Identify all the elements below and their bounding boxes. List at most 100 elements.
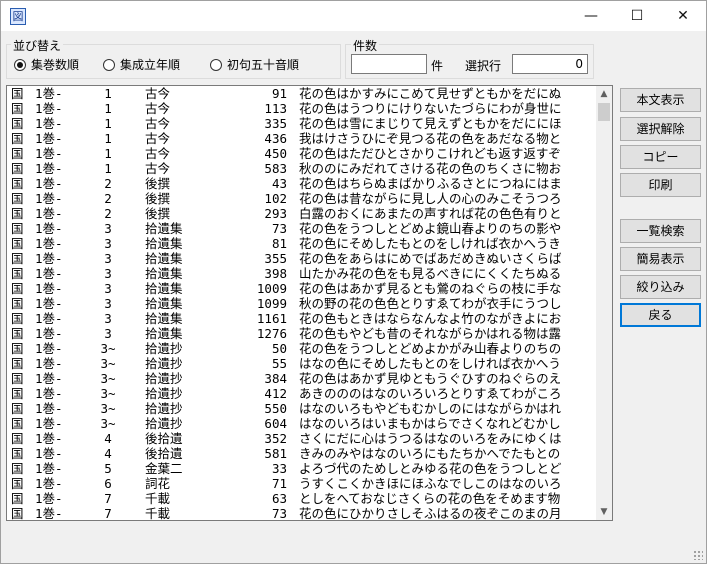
- row-kan: 1巻-: [35, 416, 63, 431]
- row-anthology: 古今: [145, 86, 171, 101]
- row-poem-text: 花の色をあらはにめでばあだめきぬいさくらば: [299, 251, 562, 266]
- list-item[interactable]: 国 1巻- 7 千載 63 としをへておなじさくらの花の色をそめます物: [7, 491, 598, 506]
- list-item[interactable]: 国 1巻- 3 拾遺集 355 花の色をあらはにめでばあだめきぬいさくらば: [7, 251, 598, 266]
- scroll-up-icon[interactable]: ▲: [596, 86, 612, 102]
- row-kuni: 国: [11, 296, 24, 311]
- row-kan: 1巻-: [35, 266, 63, 281]
- list-item[interactable]: 国 1巻- 3~ 拾遺抄 50 花の色をうつしとどめよかがみ山春よりのちの: [7, 341, 598, 356]
- scroll-down-icon[interactable]: ▼: [596, 504, 612, 520]
- list-item[interactable]: 国 1巻- 1 古今 113 花の色はうつりにけりないたづらにわが身世に: [7, 101, 598, 116]
- row-poem-text: さくにだに心はうつるはなのいろをみにゆくは: [299, 431, 562, 446]
- row-poem-number: 1099: [256, 296, 287, 311]
- list-item[interactable]: 国 1巻- 3 拾遺集 1009 花の色はあかず見るとも鶯のねぐらの枝に手な: [7, 281, 598, 296]
- row-kan: 1巻-: [35, 296, 63, 311]
- list-item[interactable]: 国 1巻- 1 古今 91 花の色はかすみにこめて見せずともかをだにぬ: [7, 86, 598, 101]
- selected-row-field[interactable]: 0: [512, 54, 588, 74]
- row-anthology: 千載: [145, 491, 171, 506]
- row-poem-text: あきのののはなのいろいろとりすゑてわがころ: [299, 386, 562, 401]
- list-item[interactable]: 国 1巻- 2 後撰 102 花の色は昔ながらに見し人の心のみこそうつろ: [7, 191, 598, 206]
- close-button[interactable]: ✕: [660, 1, 706, 31]
- list-item[interactable]: 国 1巻- 7 千載 73 花の色にひかりさしそふはるの夜ぞこのまの月: [7, 506, 598, 521]
- row-anthology: 拾遺集: [145, 221, 183, 236]
- count-field[interactable]: [351, 54, 427, 74]
- list-item[interactable]: 国 1巻- 3~ 拾遺抄 55 はなの色にそめしたもとのをしければ衣かへう: [7, 356, 598, 371]
- list-item[interactable]: 国 1巻- 3 拾遺集 73 花の色をうつしとどめよ鏡山春よりのちの影や: [7, 221, 598, 236]
- row-kuni: 国: [11, 161, 24, 176]
- list-item[interactable]: 国 1巻- 3~ 拾遺抄 384 花の色はあかず見ゆともうぐひすのねぐらのえ: [7, 371, 598, 386]
- list-item[interactable]: 国 1巻- 3~ 拾遺抄 412 あきのののはなのいろいろとりすゑてわがころ: [7, 386, 598, 401]
- list-item[interactable]: 国 1巻- 2 後撰 293 白露のおくにあまたの声すれば花の色色有りと: [7, 206, 598, 221]
- list-item[interactable]: 国 1巻- 3 拾遺集 1276 花の色もやども昔のそれながらかはれる物は露: [7, 326, 598, 341]
- list-item[interactable]: 国 1巻- 1 古今 335 花の色は雪にまじりて見えずともかをだににほ: [7, 116, 598, 131]
- row-poem-number: 73: [271, 221, 287, 236]
- row-kan: 1巻-: [35, 401, 63, 416]
- row-poem-text: 花の色は昔ながらに見し人の心のみこそうつろ: [299, 191, 562, 206]
- row-anthology: 金葉二: [145, 461, 183, 476]
- copy-button[interactable]: コピー: [620, 145, 701, 169]
- show-text-button[interactable]: 本文表示: [620, 88, 701, 112]
- resize-grip-icon[interactable]: [693, 550, 703, 560]
- list-item[interactable]: 国 1巻- 6 詞花 71 うすくこくかきほにほふなでしこのはなのいろ: [7, 476, 598, 491]
- row-kan: 1巻-: [35, 356, 63, 371]
- title-bar: 図 — ☐ ✕: [1, 1, 706, 31]
- back-button[interactable]: 戻る: [620, 303, 701, 327]
- simple-view-button[interactable]: 簡易表示: [620, 247, 701, 271]
- list-item[interactable]: 国 1巻- 1 古今 583 秋ののにみだれてさける花の色のちくさに物お: [7, 161, 598, 176]
- row-poem-number: 581: [264, 446, 287, 461]
- list-item[interactable]: 国 1巻- 1 古今 436 我はけさうひにぞ見つる花の色をあだなる物と: [7, 131, 598, 146]
- row-kan: 1巻-: [35, 131, 63, 146]
- row-volume: 3: [104, 251, 112, 266]
- list-item[interactable]: 国 1巻- 3~ 拾遺抄 550 はなのいろもやどもむかしのにはながらかはれ: [7, 401, 598, 416]
- row-poem-text: としをへておなじさくらの花の色をそめます物: [299, 491, 561, 506]
- row-anthology: 拾遺集: [145, 326, 183, 341]
- sort-option-year[interactable]: 集成立年順: [103, 56, 180, 73]
- row-volume: 3~: [100, 356, 116, 371]
- row-volume: 1: [104, 101, 112, 116]
- sort-option-volume[interactable]: 集巻数順: [14, 56, 79, 73]
- sort-option-kana[interactable]: 初句五十音順: [210, 56, 299, 73]
- sort-group-label: 並び替え: [11, 37, 64, 54]
- row-kan: 1巻-: [35, 506, 63, 521]
- list-item[interactable]: 国 1巻- 4 後拾遺 581 きみのみやはなのいろにもたちかへでたもとの: [7, 446, 598, 461]
- list-item[interactable]: 国 1巻- 3 拾遺集 398 山たかみ花の色をも見るべきににくくたちぬる: [7, 266, 598, 281]
- list-item[interactable]: 国 1巻- 2 後撰 43 花の色はちらぬまばかりふるさとにつねにはま: [7, 176, 598, 191]
- scroll-thumb[interactable]: [598, 103, 610, 121]
- filter-button[interactable]: 絞り込み: [620, 275, 701, 299]
- row-kan: 1巻-: [35, 491, 63, 506]
- row-kuni: 国: [11, 446, 24, 461]
- list-item[interactable]: 国 1巻- 3~ 拾遺抄 604 はなのいろはいまもかはらでさくなれどむかし: [7, 416, 598, 431]
- row-anthology: 拾遺抄: [145, 386, 183, 401]
- row-poem-number: 604: [264, 416, 287, 431]
- row-anthology: 拾遺抄: [145, 371, 183, 386]
- list-item[interactable]: 国 1巻- 5 金葉二 33 よろづ代のためしとみゆる花の色をうつしとど: [7, 461, 598, 476]
- row-poem-number: 33: [271, 461, 287, 476]
- list-search-button[interactable]: 一覧検索: [620, 219, 701, 243]
- row-poem-text: 花の色はあかず見るとも鶯のねぐらの枝に手な: [299, 281, 562, 296]
- row-anthology: 古今: [145, 116, 171, 131]
- row-poem-text: はなの色にそめしたもとのをしければ衣かへう: [299, 356, 561, 371]
- row-volume: 3~: [100, 401, 116, 416]
- row-volume: 4: [104, 446, 112, 461]
- clear-selection-button[interactable]: 選択解除: [620, 117, 701, 141]
- list-item[interactable]: 国 1巻- 3 拾遺集 1099 秋の野の花の色色とりすゑてわが衣手にうつし: [7, 296, 598, 311]
- row-poem-text: 花の色は雪にまじりて見えずともかをだににほ: [299, 116, 562, 131]
- list-item[interactable]: 国 1巻- 1 古今 450 花の色はただひとさかりこけれども返す返すぞ: [7, 146, 598, 161]
- maximize-button[interactable]: ☐: [614, 1, 660, 31]
- row-kuni: 国: [11, 236, 24, 251]
- row-poem-text: きみのみやはなのいろにもたちかへでたもとの: [299, 446, 561, 461]
- vertical-scrollbar[interactable]: ▲ ▼: [596, 86, 612, 520]
- results-list[interactable]: 国 1巻- 1 古今 91 花の色はかすみにこめて見せずともかをだにぬ国 1巻- 1 古今 113…: [6, 85, 613, 521]
- list-item[interactable]: 国 1巻- 4 後拾遺 352 さくにだに心はうつるはなのいろをみにゆくは: [7, 431, 598, 446]
- list-item[interactable]: 国 1巻- 3 拾遺集 1161 花の色もときはならなんなよ竹のながきよにお: [7, 311, 598, 326]
- print-button[interactable]: 印刷: [620, 173, 701, 197]
- row-volume: 3: [104, 281, 112, 296]
- list-item[interactable]: 国 1巻- 3 拾遺集 81 花の色にそめしたもとのをしければ衣かへうき: [7, 236, 598, 251]
- row-anthology: 拾遺抄: [145, 356, 183, 371]
- row-poem-number: 1161: [256, 311, 287, 326]
- row-kan: 1巻-: [35, 236, 63, 251]
- row-poem-text: 秋ののにみだれてさける花の色のちくさに物お: [299, 161, 562, 176]
- minimize-button[interactable]: —: [568, 1, 614, 31]
- row-anthology: 後撰: [145, 176, 171, 191]
- sort-option-label: 初句五十音順: [227, 58, 300, 72]
- row-kan: 1巻-: [35, 176, 63, 191]
